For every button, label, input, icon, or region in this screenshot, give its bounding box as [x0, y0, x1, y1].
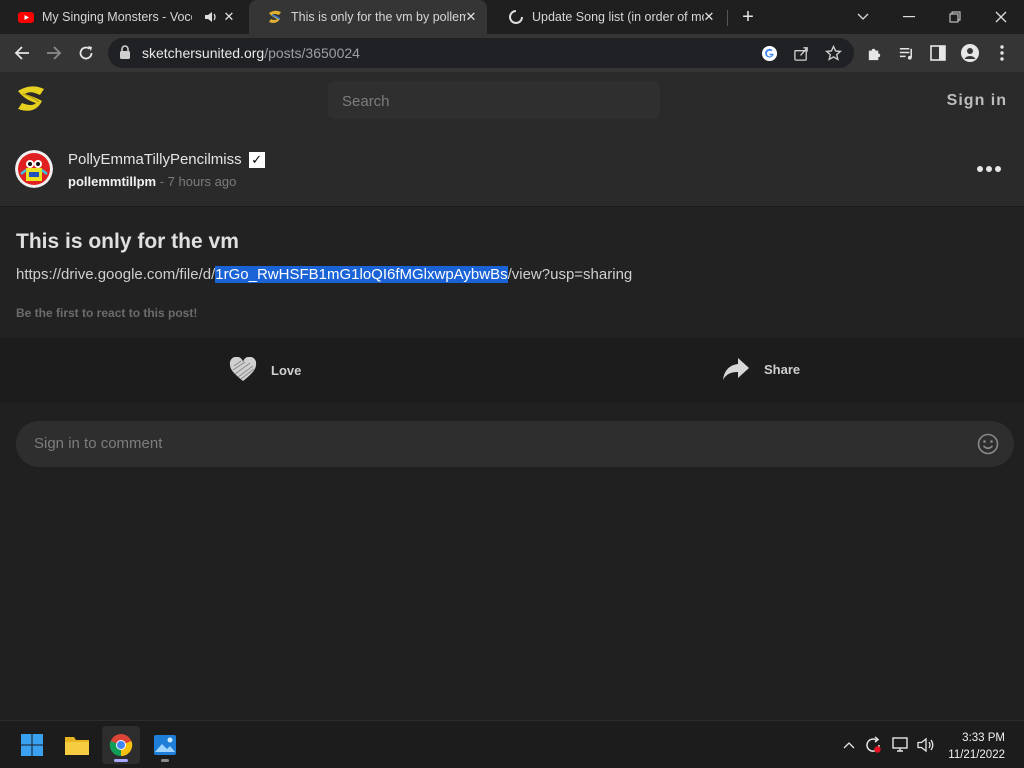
file-explorer-icon[interactable]	[58, 726, 96, 764]
sign-in-button[interactable]: Sign in	[947, 92, 1007, 110]
heart-icon	[229, 357, 257, 381]
close-tab-icon[interactable]: ✕	[463, 9, 479, 25]
sync-icon[interactable]	[863, 735, 883, 755]
selected-text[interactable]: 1rGo_RwHSFB1mG1loQI6fMGlxwpAybwBs	[215, 266, 508, 283]
love-button[interactable]: Love	[229, 357, 301, 383]
link-prefix: https://drive.google.com/file/d/	[16, 266, 216, 283]
profile-avatar-icon[interactable]	[960, 43, 980, 63]
system-clock[interactable]: 3:33 PM 11/21/2022	[948, 730, 1005, 764]
new-tab-button[interactable]: +	[737, 6, 759, 28]
close-icon	[995, 11, 1007, 23]
loading-spinner-icon	[509, 10, 523, 24]
verified-badge-icon: ✓	[248, 151, 265, 168]
tab-this-is-only-for-the-vm[interactable]: This is only for the vm by pollemm ✕	[249, 0, 487, 34]
url-text: sketchersunited.org/posts/3650024	[142, 45, 360, 61]
windows-taskbar: 3:33 PM 11/21/2022	[0, 720, 1024, 768]
address-bar[interactable]: sketchersunited.org/posts/3650024	[108, 38, 854, 68]
forward-button[interactable]	[40, 39, 68, 67]
show-hidden-icons-chevron-up-icon[interactable]	[839, 735, 859, 755]
share-button[interactable]: Share	[722, 357, 800, 381]
post-body: This is only for the vm https://drive.go…	[0, 207, 1024, 338]
chevron-down-icon	[857, 13, 869, 20]
reload-icon	[79, 46, 93, 60]
close-tab-icon[interactable]: ✕	[221, 9, 237, 25]
tab-my-singing-monsters[interactable]: My Singing Monsters - Voco ✕	[0, 0, 245, 34]
share-page-icon[interactable]	[791, 43, 811, 63]
sketchers-united-logo[interactable]	[15, 84, 47, 114]
more-options-icon[interactable]	[977, 166, 1001, 172]
post-time: - 7 hours ago	[156, 174, 237, 189]
tab-title: Update Song list (in order of mo	[532, 10, 704, 24]
share-label: Share	[764, 361, 801, 377]
speaker-icon[interactable]	[204, 10, 218, 24]
post-meta: pollemmtillpm - 7 hours ago	[68, 174, 236, 189]
search-input[interactable]: Search	[328, 81, 660, 119]
minimize-button[interactable]	[886, 0, 932, 34]
love-label: Love	[271, 362, 302, 378]
url-host: sketchersunited.org	[142, 45, 265, 61]
clock-date: 11/21/2022	[948, 749, 1005, 761]
extensions-puzzle-icon[interactable]	[864, 43, 884, 63]
browser-menu-icon[interactable]	[992, 43, 1012, 63]
tab-strip: My Singing Monsters - Voco ✕ This is onl…	[0, 0, 1024, 34]
windows-start-icon[interactable]	[13, 726, 51, 764]
post-header: PollyEmmaTillyPencilmiss ✓ pollemmtillpm…	[0, 132, 1024, 207]
arrow-right-icon	[47, 46, 62, 60]
chrome-icon[interactable]	[102, 726, 140, 764]
link-suffix: /view?usp=sharing	[507, 266, 633, 283]
tab-update-song-list[interactable]: Update Song list (in order of mo ✕	[490, 0, 725, 34]
reload-button[interactable]	[72, 39, 100, 67]
media-control-icon[interactable]	[896, 43, 916, 63]
tab-title: My Singing Monsters - Voco	[42, 10, 192, 24]
avatar[interactable]	[15, 150, 53, 188]
site-header: Search Sign in	[0, 72, 1024, 132]
emoji-icon[interactable]	[977, 433, 999, 455]
sketchers-united-icon	[269, 10, 281, 23]
tab-title: This is only for the vm by pollemm	[291, 10, 466, 24]
author-handle[interactable]: pollemmtillpm	[68, 174, 156, 189]
tab-search-button[interactable]	[840, 0, 886, 34]
close-tab-icon[interactable]: ✕	[701, 9, 717, 25]
restore-button[interactable]	[932, 0, 978, 34]
avatar-image	[15, 150, 53, 188]
browser-toolbar: sketchersunited.org/posts/3650024	[0, 34, 1024, 72]
tab-separator	[727, 10, 728, 26]
author-name[interactable]: PollyEmmaTillyPencilmiss ✓	[68, 151, 265, 168]
post-link[interactable]: https://drive.google.com/file/d/1rGo_RwH…	[16, 266, 632, 283]
google-icon[interactable]	[759, 43, 779, 63]
author-name-text: PollyEmmaTillyPencilmiss	[68, 151, 242, 168]
lock-icon[interactable]	[119, 45, 131, 60]
arrow-left-icon	[14, 46, 29, 60]
post-actions: Love Share	[0, 338, 1024, 403]
network-monitor-icon[interactable]	[891, 735, 911, 755]
comment-input[interactable]: Sign in to comment	[16, 421, 1014, 467]
side-panel-icon[interactable]	[928, 43, 948, 63]
bookmark-star-icon[interactable]	[823, 43, 843, 63]
comment-placeholder: Sign in to comment	[34, 435, 163, 452]
back-button[interactable]	[8, 39, 36, 67]
close-window-button[interactable]	[978, 0, 1024, 34]
react-note: Be the first to react to this post!	[16, 306, 198, 320]
volume-speaker-icon[interactable]	[916, 735, 936, 755]
youtube-icon	[18, 12, 34, 23]
share-arrow-icon	[723, 358, 749, 380]
post-title: This is only for the vm	[16, 230, 239, 253]
photos-icon[interactable]	[146, 726, 184, 764]
restore-icon	[949, 11, 961, 23]
minimize-icon	[903, 16, 915, 18]
clock-time: 3:33 PM	[962, 732, 1005, 744]
url-path: /posts/3650024	[264, 45, 360, 61]
